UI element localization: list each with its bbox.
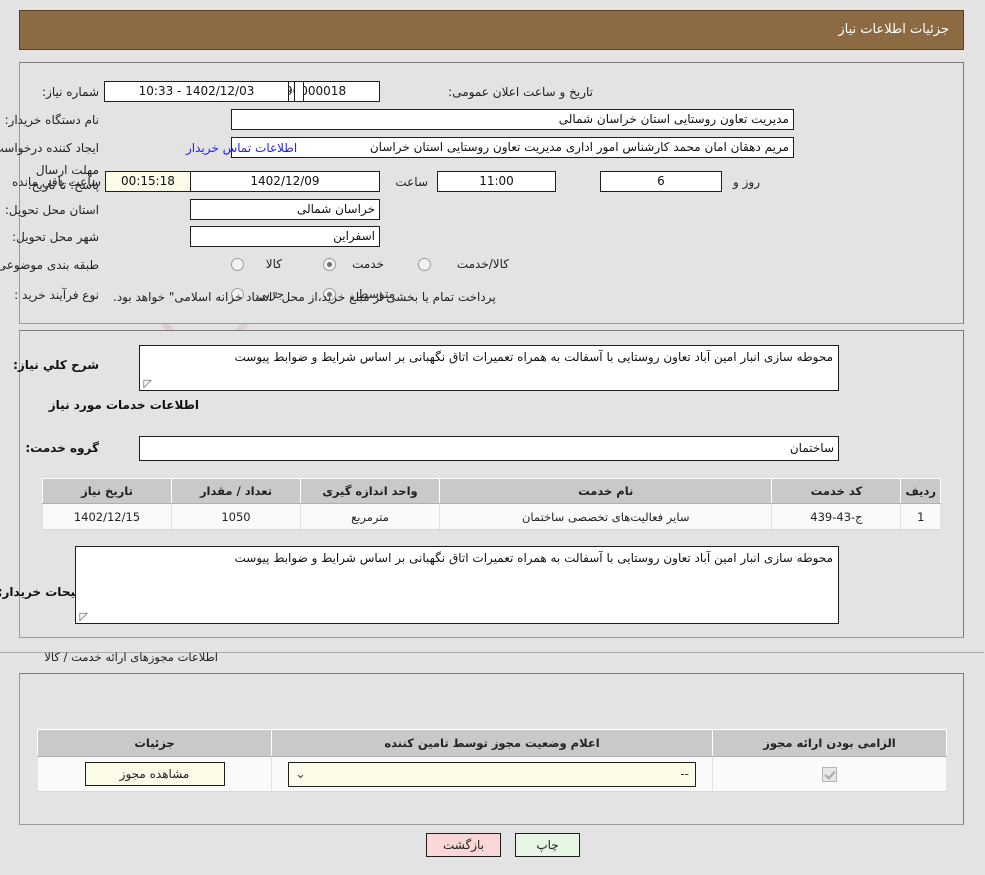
deadline-countdown-value: 00:15:18 [106,171,192,192]
permits-table: الزامی بودن ارائه مجوز اعلام وضعیت مجوز … [38,729,948,792]
delivery-city-label: شهر محل تحویل: [13,230,100,244]
buyer-notes-value: محوطه سازی انبار امین آباد تعاون روستایی… [236,551,835,565]
services-table: ردیف کد خدمت نام خدمت واحد اندازه گیری ت… [43,478,942,530]
service-group-label: گروه خدمت: [26,441,100,455]
resize-grip-icon-2[interactable]: ◸ [79,612,89,622]
category-option-1: خدمت [353,257,385,271]
page-header-bar: جزئیات اطلاعات نیاز [20,10,965,50]
cell-need-date: 1402/12/15 [44,504,173,530]
page-title: جزئیات اطلاعات نیاز [839,22,950,37]
service-group-value: ساختمان [140,436,840,461]
cell-unit: مترمربع [302,504,441,530]
buyer-notes-textarea[interactable]: محوطه سازی انبار امین آباد تعاون روستایی… [76,546,840,624]
permit-status-select[interactable]: ⌄ -- [289,762,697,787]
services-table-header-row: ردیف کد خدمت نام خدمت واحد اندازه گیری ت… [44,479,942,504]
need-description-value: محوطه سازی انبار امین آباد تعاون روستایی… [236,350,835,364]
creator-label: ایجاد کننده درخواست: [0,141,100,155]
col-permit-required: الزامی بودن ارائه مجوز [714,730,948,757]
category-radio-kala-khedmat[interactable] [419,258,432,271]
table-row: 1 ج-43-439 سایر فعالیت‌های تخصصی ساختمان… [44,504,942,530]
deadline-days-value: 6 [601,171,723,192]
view-permit-button[interactable]: مشاهده مجوز [86,762,226,786]
category-radio-khedmat[interactable] [324,258,337,271]
delivery-province-label: استان محل تحویل: [6,203,100,217]
services-section-heading: اطلاعات خدمات مورد نیاز [50,398,200,412]
col-quantity: تعداد / مقدار [173,479,302,504]
deadline-time-value: 11:00 [438,171,557,192]
buyer-contact-link[interactable]: اطلاعات تماس خریدار [187,141,298,155]
delivery-province-value: خراسان شمالی [191,199,381,220]
col-permit-status: اعلام وضعیت مجوز توسط تامین کننده [273,730,714,757]
cell-permit-status: ⌄ -- [273,757,714,792]
table-row: ⌄ -- مشاهده مجوز [39,757,948,792]
deadline-days-suffix: روز و [734,175,761,189]
category-label: طبقه بندی موضوعی: [0,258,100,272]
col-name: نام خدمت [441,479,773,504]
print-button[interactable]: چاپ [516,833,581,857]
deadline-date-value: 1402/12/09 [191,171,381,192]
col-permit-details: جزئیات [39,730,273,757]
need-description-label: شرح کلي نیاز: [14,358,100,372]
announce-datetime-label: تاریخ و ساعت اعلان عمومی: [449,85,594,99]
announce-datetime-value: 1402/12/03 - 10:33 [105,81,290,102]
creator-value: مریم دهقان امان محمد کارشناس امور اداری … [232,137,795,158]
resize-grip-icon[interactable]: ◸ [143,379,153,389]
cell-code: ج-43-439 [773,504,902,530]
permit-status-value: -- [681,767,690,781]
permit-required-checkbox [823,767,838,782]
chevron-down-icon: ⌄ [296,763,307,786]
col-row: ردیف [902,479,942,504]
need-description-textarea[interactable]: محوطه سازی انبار امین آباد تعاون روستایی… [140,345,840,391]
col-unit: واحد اندازه گیری [302,479,441,504]
cell-permit-required [714,757,948,792]
col-need-date: تاریخ نیاز [44,479,173,504]
category-option-0: کالا [267,257,283,271]
deadline-time-label: ساعت [396,175,429,189]
permits-table-header-row: الزامی بودن ارائه مجوز اعلام وضعیت مجوز … [39,730,948,757]
cell-permit-details: مشاهده مجوز [39,757,273,792]
buyer-org-value: مدیریت تعاون روستایی استان خراسان شمالی [232,109,795,130]
category-option-2: کالا/خدمت [458,257,510,271]
delivery-city-value: اسفراین [191,226,381,247]
purchase-type-note: پرداخت تمام یا بخشی از مبلغ خرید،از محل … [114,290,497,304]
category-radio-kala[interactable] [232,258,245,271]
cell-name: سایر فعالیت‌های تخصصی ساختمان [441,504,773,530]
purchase-type-label: نوع فرآیند خرید : [15,288,100,302]
cell-quantity: 1050 [173,504,302,530]
permits-section-heading: اطلاعات مجوزهای ارائه خدمت / کالا [45,650,219,664]
cell-row: 1 [902,504,942,530]
deadline-countdown-suffix: ساعت باقي مانده [13,175,102,189]
need-number-label: شماره نیاز: [43,85,100,99]
col-code: کد خدمت [773,479,902,504]
buyer-org-label: نام دستگاه خریدار: [6,113,101,127]
back-button[interactable]: بازگشت [427,833,502,857]
